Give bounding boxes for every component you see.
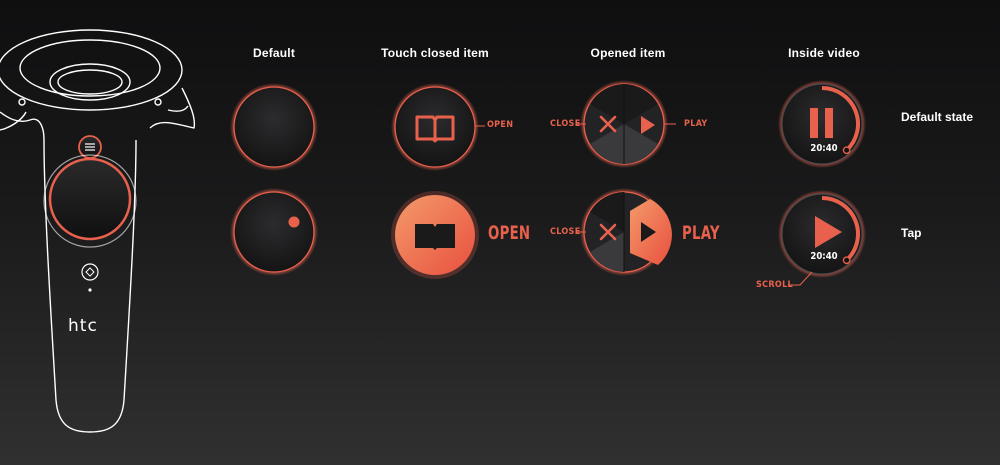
- open-label-large: OPEN: [488, 222, 531, 244]
- system-button[interactable]: [81, 263, 99, 281]
- progress-knob: [842, 256, 851, 265]
- scroll-label: SCROLL: [756, 280, 794, 290]
- opened-item-button-row1[interactable]: [576, 80, 676, 168]
- tracking-ring-inner: [19, 39, 161, 97]
- touch-closed-button-row1[interactable]: [391, 83, 485, 171]
- progress-knob: [842, 146, 851, 155]
- column-title-inside-video: Inside video: [788, 46, 860, 60]
- column-title-touch-closed: Touch closed item: [381, 46, 489, 60]
- row-title-default-state: Default state: [901, 110, 974, 124]
- system-icon: [85, 267, 95, 277]
- trackpad[interactable]: [43, 154, 137, 248]
- play-label-small: PLAY: [684, 119, 708, 129]
- play-label-large: PLAY: [682, 222, 720, 244]
- open-label-small: OPEN: [487, 120, 514, 130]
- opened-item-button-row2[interactable]: [576, 188, 672, 276]
- htc-logo: htc: [68, 316, 98, 336]
- row-title-tap: Tap: [901, 226, 922, 240]
- video-button-tap[interactable]: [778, 190, 866, 286]
- video-timestamp-tap: 20:40: [810, 251, 838, 262]
- touch-closed-button-row2[interactable]: [391, 191, 479, 279]
- default-button-row1: [230, 83, 318, 171]
- video-button-default[interactable]: [778, 80, 866, 168]
- column-title-opened: Opened item: [590, 46, 666, 60]
- status-led: [88, 288, 92, 292]
- default-button-row2: [230, 188, 318, 276]
- close-label-small: CLOSE: [550, 119, 581, 129]
- video-timestamp-default: 20:40: [810, 143, 838, 154]
- close-label-row2: CLOSE: [550, 227, 581, 237]
- column-title-default: Default: [252, 46, 296, 60]
- touch-point: [288, 216, 300, 228]
